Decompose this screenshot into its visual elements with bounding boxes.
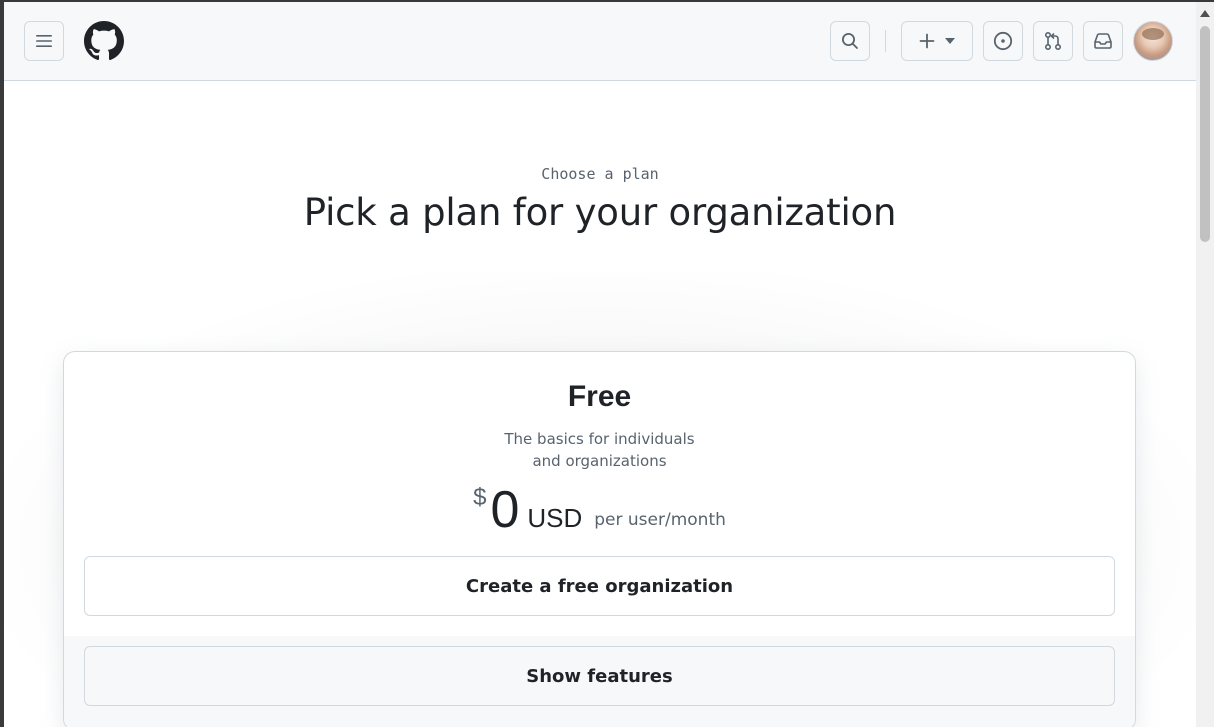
- plan-card-footer: Show features: [64, 636, 1135, 727]
- hamburger-menu-icon: [36, 35, 52, 47]
- plan-name: Free: [567, 380, 632, 413]
- price-amount: 0: [490, 481, 520, 539]
- plan-price: $ 0 USD per user/month: [64, 480, 1135, 536]
- github-octocat-icon: [84, 21, 124, 61]
- vertical-scrollbar[interactable]: [1196, 2, 1214, 727]
- issues-button[interactable]: [983, 21, 1023, 61]
- hamburger-menu-button[interactable]: [24, 21, 64, 61]
- pull-requests-button[interactable]: [1033, 21, 1073, 61]
- create-free-organization-button[interactable]: Create a free organization: [84, 556, 1115, 616]
- search-button[interactable]: [830, 21, 870, 61]
- plan-description-line-1: The basics for individuals: [504, 430, 695, 448]
- browser-window: Choose a plan Pick a plan for your organ…: [0, 0, 1214, 727]
- scrollbar-thumb[interactable]: [1200, 26, 1210, 242]
- price-currency-symbol: $: [473, 484, 487, 511]
- search-icon: [842, 33, 858, 49]
- global-header: [4, 2, 1196, 81]
- issue-opened-icon: [993, 31, 1013, 51]
- create-new-button[interactable]: [901, 21, 973, 61]
- inbox-button[interactable]: [1083, 21, 1123, 61]
- choose-plan-eyebrow: Choose a plan: [541, 165, 659, 183]
- free-plan-card: Free The basics for individuals and orga…: [63, 351, 1136, 727]
- plan-description: The basics for individuals and organizat…: [480, 428, 720, 472]
- user-avatar[interactable]: [1133, 21, 1173, 61]
- header-divider: [885, 30, 886, 52]
- main-content: Choose a plan Pick a plan for your organ…: [4, 81, 1196, 727]
- github-logo-link[interactable]: [84, 21, 124, 61]
- price-currency-code: USD: [527, 503, 583, 533]
- price-period: per user/month: [594, 510, 726, 530]
- page-title: Pick a plan for your organization: [303, 191, 897, 234]
- git-pull-request-icon: [1044, 31, 1062, 51]
- show-features-button[interactable]: Show features: [84, 646, 1115, 706]
- plus-icon: [919, 33, 935, 49]
- inbox-icon: [1094, 33, 1112, 49]
- triangle-down-icon: [945, 38, 955, 44]
- plan-description-line-2: and organizations: [532, 452, 667, 470]
- scroll-up-arrow-icon[interactable]: [1200, 10, 1210, 17]
